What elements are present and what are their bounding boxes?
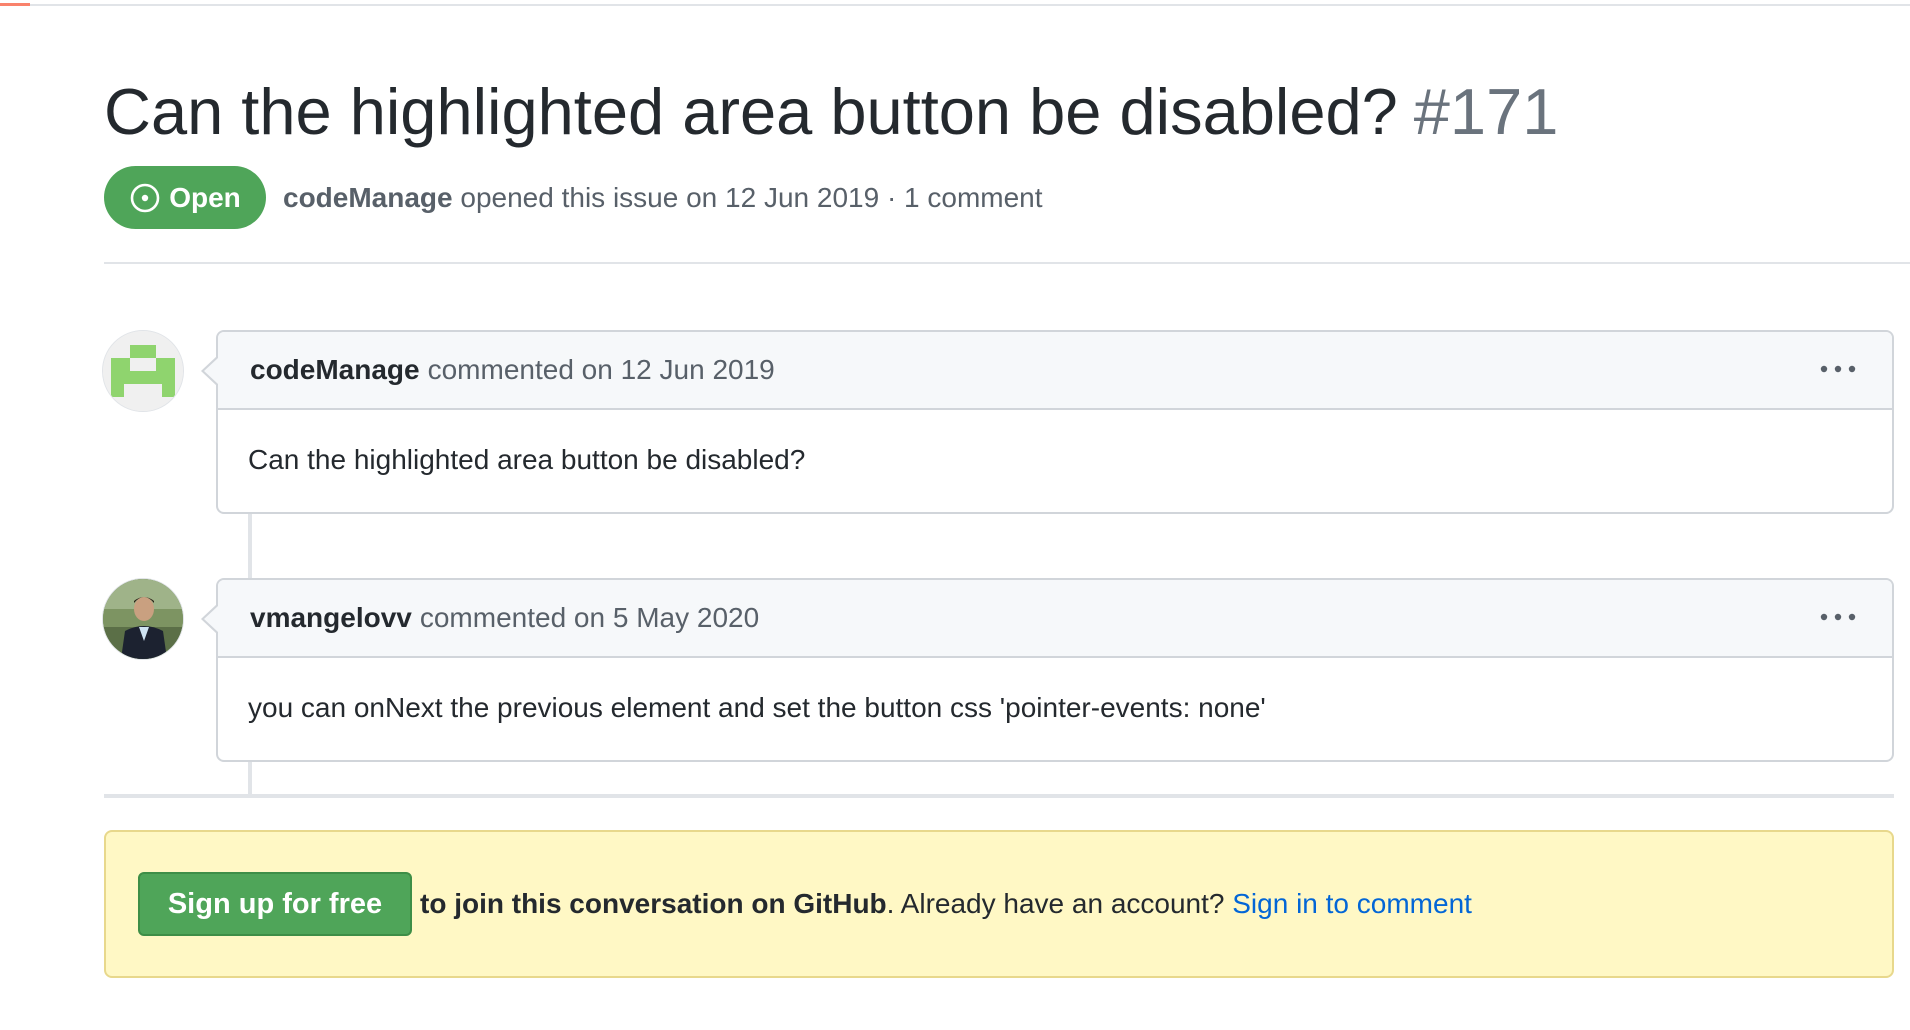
comment-body: you can onNext the previous element and … (248, 692, 1266, 723)
account-text: . Already have an account? (886, 888, 1233, 919)
signup-button[interactable]: Sign up for free (138, 872, 412, 936)
comment-header: vmangelovv commented on 5 May 2020 (201, 580, 1892, 658)
issue-title-text: Can the highlighted area button be disab… (104, 75, 1398, 148)
join-text: to join this conversation on GitHub (420, 888, 887, 919)
kebab-horizontal-icon (1820, 613, 1856, 621)
comment-author-avatar[interactable] (102, 330, 184, 412)
issue-state-badge: Open (104, 166, 266, 229)
top-border (0, 4, 1910, 6)
photo-avatar (103, 579, 183, 659)
comment-pointer (201, 356, 218, 386)
top-accent-bar (0, 3, 30, 6)
issue-number: #171 (1413, 75, 1559, 148)
identicon-avatar (103, 331, 183, 411)
signin-link[interactable]: Sign in to comment (1232, 888, 1472, 919)
issue-title: Can the highlighted area button be disab… (104, 70, 1558, 154)
kebab-horizontal-icon (1820, 365, 1856, 373)
timeline-connector (248, 762, 252, 796)
issue-opened-icon (130, 183, 160, 212)
comment-header: codeManage commented on 12 Jun 2019 (201, 332, 1892, 410)
issue-state-label: Open (169, 181, 241, 213)
comment-pointer (201, 604, 218, 634)
comment-timestamp[interactable]: commented on 5 May 2020 (420, 602, 759, 634)
comment-options-button[interactable] (1818, 354, 1858, 384)
header-divider (104, 262, 1910, 264)
signup-prompt: Sign up for free to join this conversati… (104, 830, 1894, 978)
comment-card: vmangelovv commented on 5 May 2020 you c… (201, 578, 1894, 762)
comment-author-avatar[interactable] (102, 578, 184, 660)
issue-author-link[interactable]: codeManage (283, 182, 453, 213)
issue-meta-text: opened this issue on 12 Jun 2019 · 1 com… (452, 182, 1043, 213)
comment-body: Can the highlighted area button be disab… (248, 444, 806, 475)
issue-meta: codeManage opened this issue on 12 Jun 2… (283, 178, 1043, 218)
timeline-end-divider (104, 794, 1894, 798)
comment-card: codeManage commented on 12 Jun 2019 Can … (201, 330, 1894, 514)
comment-author-link[interactable]: vmangelovv (250, 602, 412, 634)
comment-options-button[interactable] (1818, 602, 1858, 632)
timeline-connector (248, 514, 252, 580)
signup-message: to join this conversation on GitHub. Alr… (420, 884, 1472, 924)
comment-author-link[interactable]: codeManage (250, 354, 420, 386)
comment-timestamp[interactable]: commented on 12 Jun 2019 (428, 354, 775, 386)
